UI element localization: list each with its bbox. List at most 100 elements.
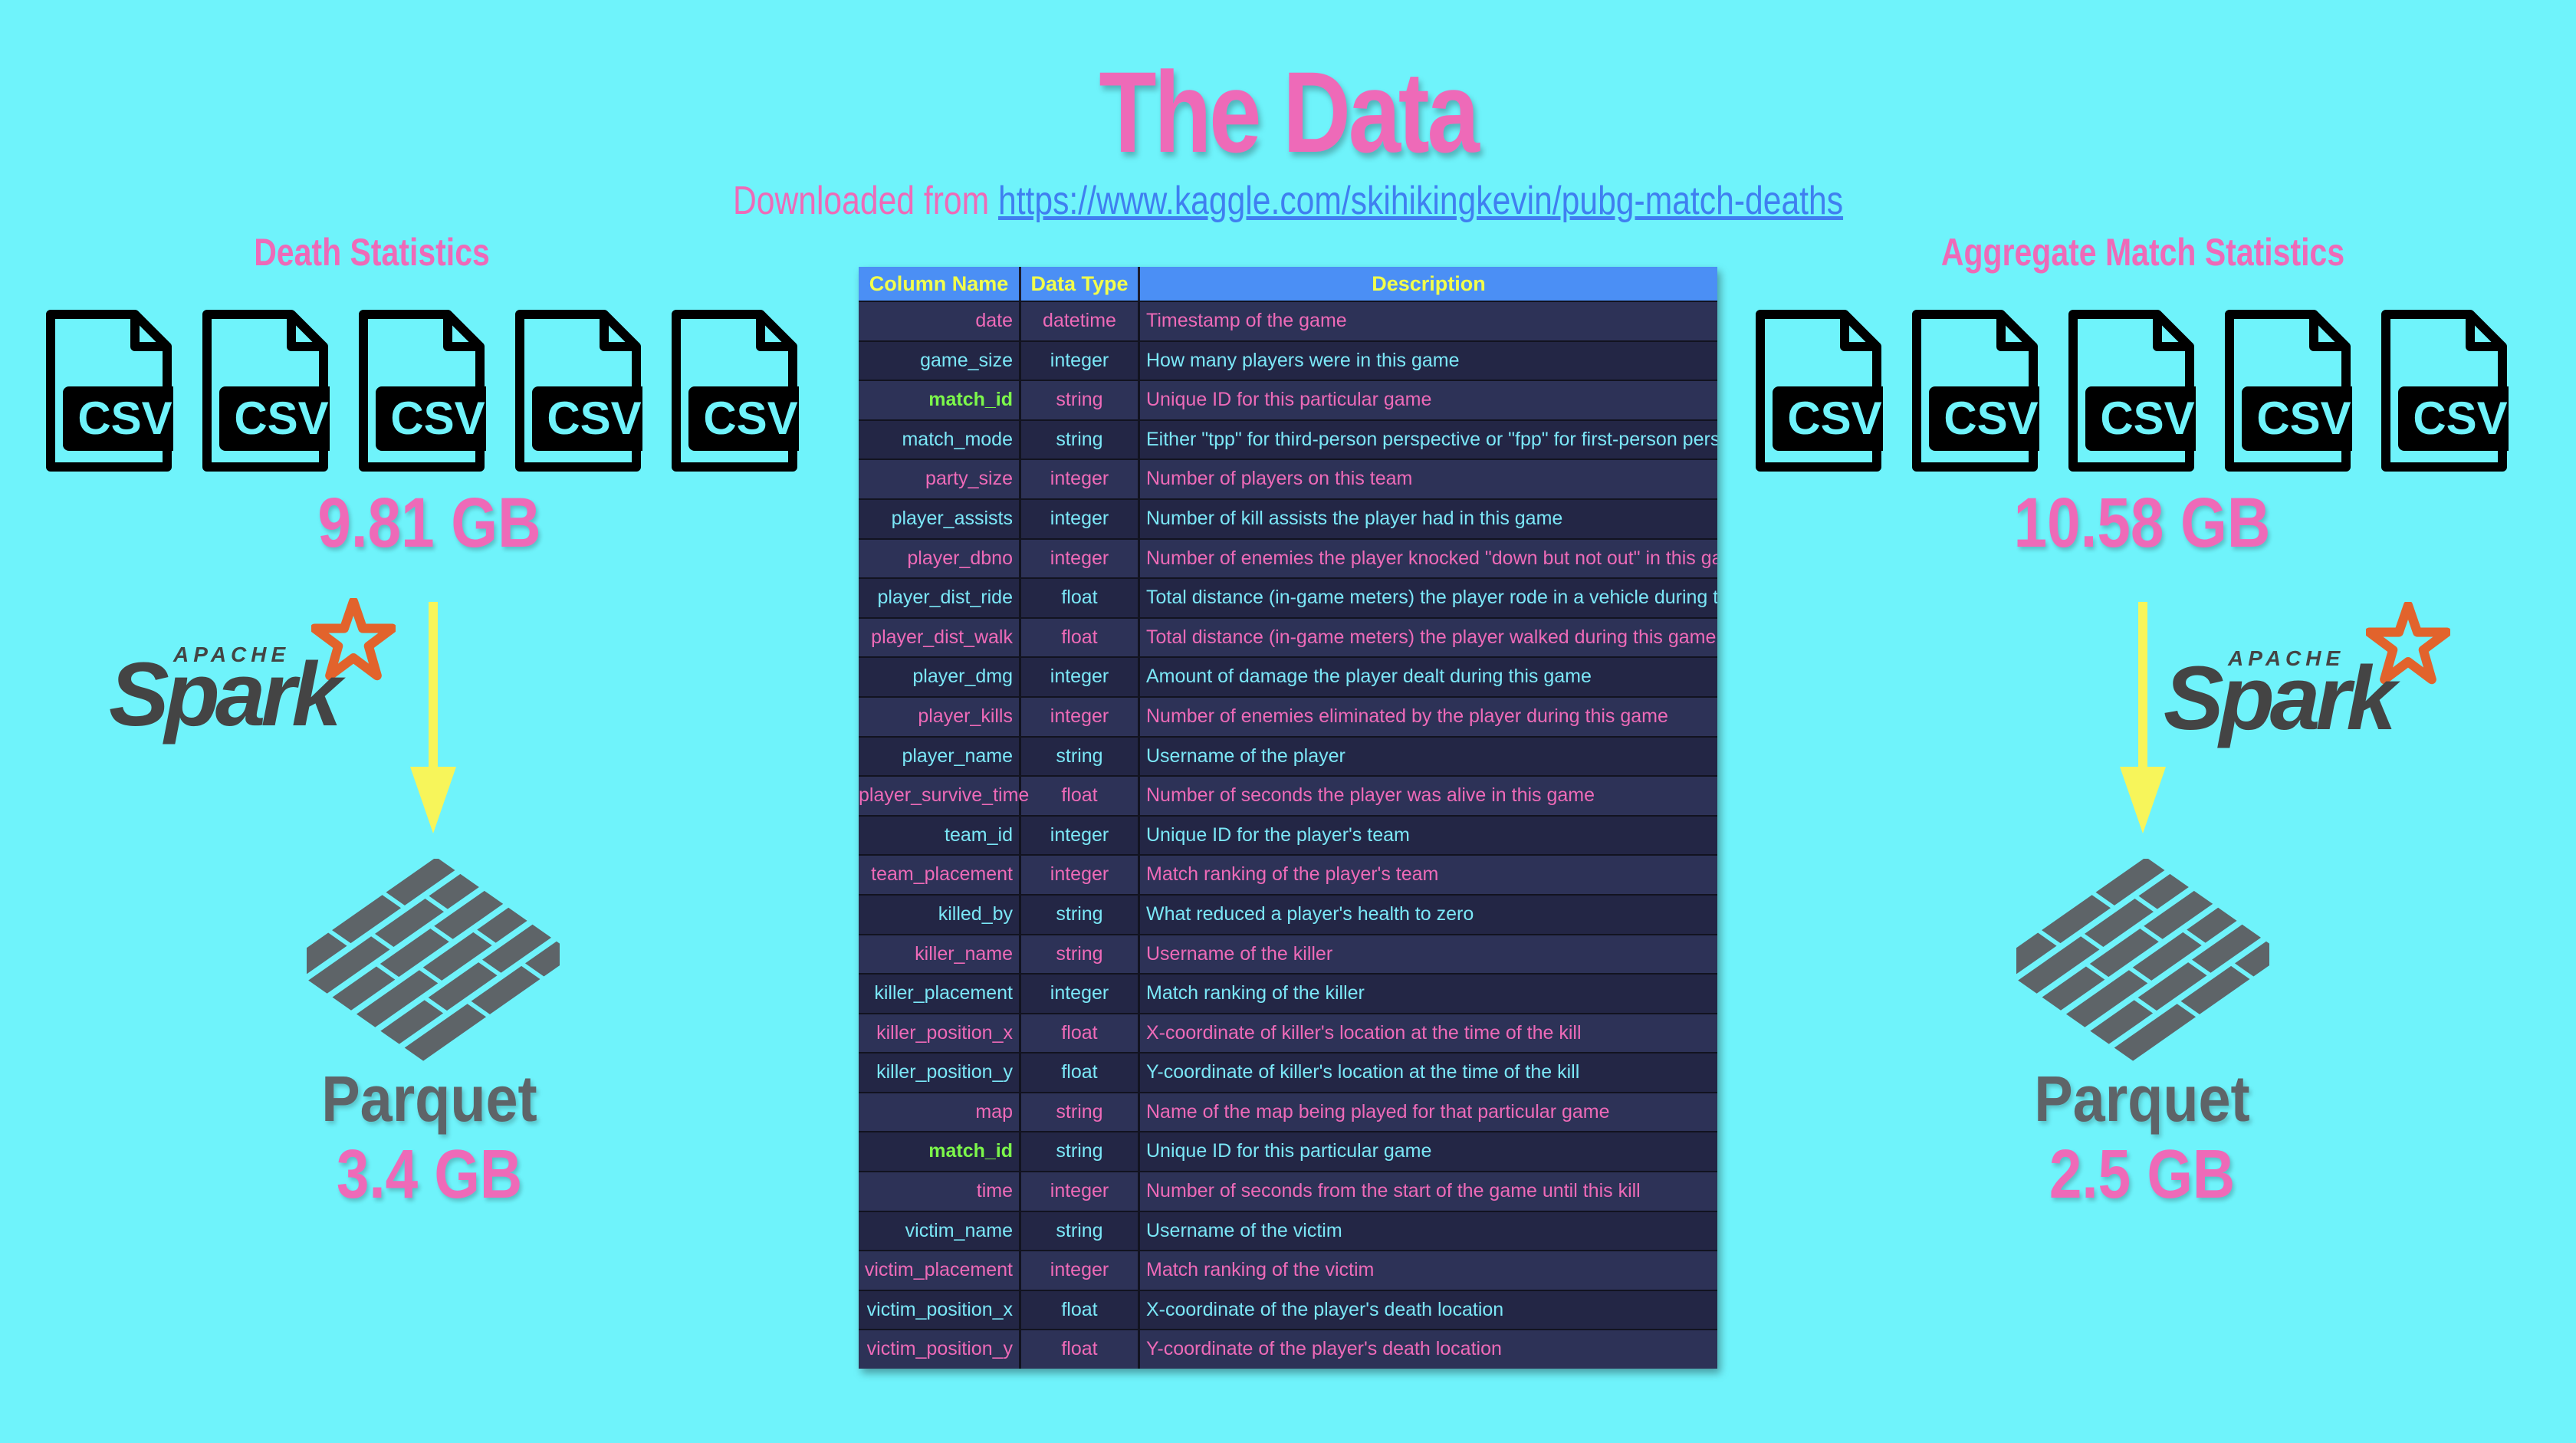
table-row: victim_name string Username of the victim [859,1210,1717,1251]
table-row: victim_position_y float Y-coordinate of th… [859,1329,1717,1369]
cell-column-name: time [859,1172,1021,1211]
table-row: killer_name string Username of the killer [859,933,1717,974]
table-row: player_assists integer Number of kill assi… [859,498,1717,538]
cell-column-name: game_size [859,341,1021,380]
table-row: match_mode string Either "tpp" for third-p… [859,419,1717,459]
cell-data-type: string [1021,895,1140,934]
cell-description: Y-coordinate of killer's location at the… [1146,1061,1580,1083]
cell-description: Number of enemies the player knocked "do… [1146,547,1717,569]
source-prefix: Downloaded from [732,179,998,223]
header-data-type: Data Type [1021,267,1140,301]
cell-column-name: player_kills [859,697,1021,736]
right-parquet-icon [2016,859,2269,1061]
cell-description: Either "tpp" for third-person perspectiv… [1146,428,1717,450]
cell-data-type: float [1021,1053,1140,1092]
cell-column-name: team_id [859,816,1021,855]
right-heading: Aggregate Match Statistics [1940,231,2345,274]
source-line: Downloaded from https://www.kaggle.com/s… [232,178,2344,224]
cell-description: Username of the victim [1146,1219,1342,1241]
table-row: player_name string Username of the player [859,735,1717,776]
cell-data-type: integer [1021,341,1140,380]
right-spark-name: Spark [2164,648,2397,749]
cell-column-name: match_id [859,381,1021,419]
table-row: killer_position_y float Y-coordinate of ki… [859,1052,1717,1092]
table-row: killed_by string What reduced a player's h… [859,893,1717,934]
cell-column-name: player_dbno [859,539,1021,578]
table-row: player_dbno integer Number of enemies the … [859,537,1717,578]
csv-label: CSV [234,393,329,444]
table-row: match_id string Unique ID for this particu… [859,1131,1717,1172]
page-title: The Data [1099,48,1479,176]
cell-data-type: string [1021,420,1140,459]
cell-data-type: string [1021,381,1140,419]
left-parquet-label: Parquet [321,1063,537,1135]
cell-description: Number of enemies eliminated by the play… [1146,705,1668,727]
cell-column-name: party_size [859,460,1021,498]
table-row: game_size integer How many players were in… [859,340,1717,380]
cell-data-type: integer [1021,816,1140,855]
cell-data-type: integer [1021,539,1140,578]
right-csv-size: 10.58 GB [2013,484,2271,562]
cell-description: Number of players on this team [1146,468,1413,490]
table-row: map string Name of the map being played fo… [859,1091,1717,1132]
cell-column-name: killer_position_y [859,1053,1021,1092]
table-row: victim_placement integer Match ranking of … [859,1250,1717,1290]
left-csv-files: CSV CSV CSV CSV CSV [44,308,799,473]
csv-label: CSV [2413,393,2508,444]
table-row: player_dmg integer Amount of damage the pl… [859,656,1717,696]
right-csv-files: CSV CSV CSV CSV CSV [1754,308,2509,473]
table-body: date datetime Timestamp of the game game_si… [859,301,1717,1369]
table-row: date datetime Timestamp of the game [859,301,1717,340]
csv-file-icon: CSV [2380,308,2509,473]
left-parquet-size: 3.4 GB [336,1136,523,1213]
cell-data-type: datetime [1021,302,1140,340]
right-parquet-label: Parquet [2034,1063,2250,1135]
cell-data-type: integer [1021,658,1140,696]
cell-data-type: integer [1021,975,1140,1013]
table-row: team_placement integer Match ranking of th… [859,854,1717,894]
cell-column-name: map [859,1093,1021,1132]
csv-label: CSV [77,393,172,444]
cell-description: Match ranking of the player's team [1146,863,1439,886]
cell-data-type: integer [1021,460,1140,498]
cell-data-type: integer [1021,856,1140,894]
cell-data-type: string [1021,935,1140,974]
left-panel: Death Statistics [31,230,836,274]
cell-data-type: integer [1021,1172,1140,1211]
table-header: Column Name Data Type Description [859,267,1717,301]
cell-column-name: player_dmg [859,658,1021,696]
cell-description: Name of the map being played for that pa… [1146,1100,1610,1123]
cell-description: Unique ID for this particular game [1146,389,1432,411]
cell-column-name: victim_name [859,1211,1021,1251]
cell-description: Username of the player [1146,745,1346,767]
table-row: killer_position_x float X-coordinate of ki… [859,1012,1717,1053]
cell-data-type: integer [1021,697,1140,736]
cell-column-name: killer_position_x [859,1014,1021,1053]
header-description: Description [1372,272,1486,295]
cell-description: Y-coordinate of the player's death locat… [1146,1338,1502,1360]
left-spark-logo: APACHE Spark [106,598,397,751]
csv-label: CSV [1944,393,2039,444]
cell-data-type: integer [1021,1251,1140,1290]
left-csv-size: 9.81 GB [317,484,541,562]
cell-column-name: player_dist_ride [859,579,1021,617]
cell-description: X-coordinate of the player's death locat… [1146,1298,1504,1320]
source-link[interactable]: https://www.kaggle.com/skihikingkevin/pu… [998,179,1843,223]
csv-file-icon: CSV [1754,308,1883,473]
cell-column-name: match_mode [859,420,1021,459]
cell-column-name: killer_name [859,935,1021,974]
table-row: party_size integer Number of players on th… [859,459,1717,498]
table-row: time integer Number of seconds from the st… [859,1171,1717,1211]
csv-file-icon: CSV [201,308,330,473]
table-row: player_kills integer Number of enemies eli… [859,695,1717,736]
csv-label: CSV [2256,393,2351,444]
cell-description: Match ranking of the victim [1146,1259,1375,1281]
cell-column-name: player_dist_walk [859,618,1021,657]
cell-data-type: integer [1021,499,1140,538]
cell-data-type: float [1021,1330,1140,1369]
csv-label: CSV [2100,393,2195,444]
table-row: victim_position_x float X-coordinate of th… [859,1289,1717,1330]
cell-column-name: match_id [859,1132,1021,1172]
cell-column-name: player_assists [859,499,1021,538]
schema-table: Column Name Data Type Description date da… [859,267,1717,1369]
